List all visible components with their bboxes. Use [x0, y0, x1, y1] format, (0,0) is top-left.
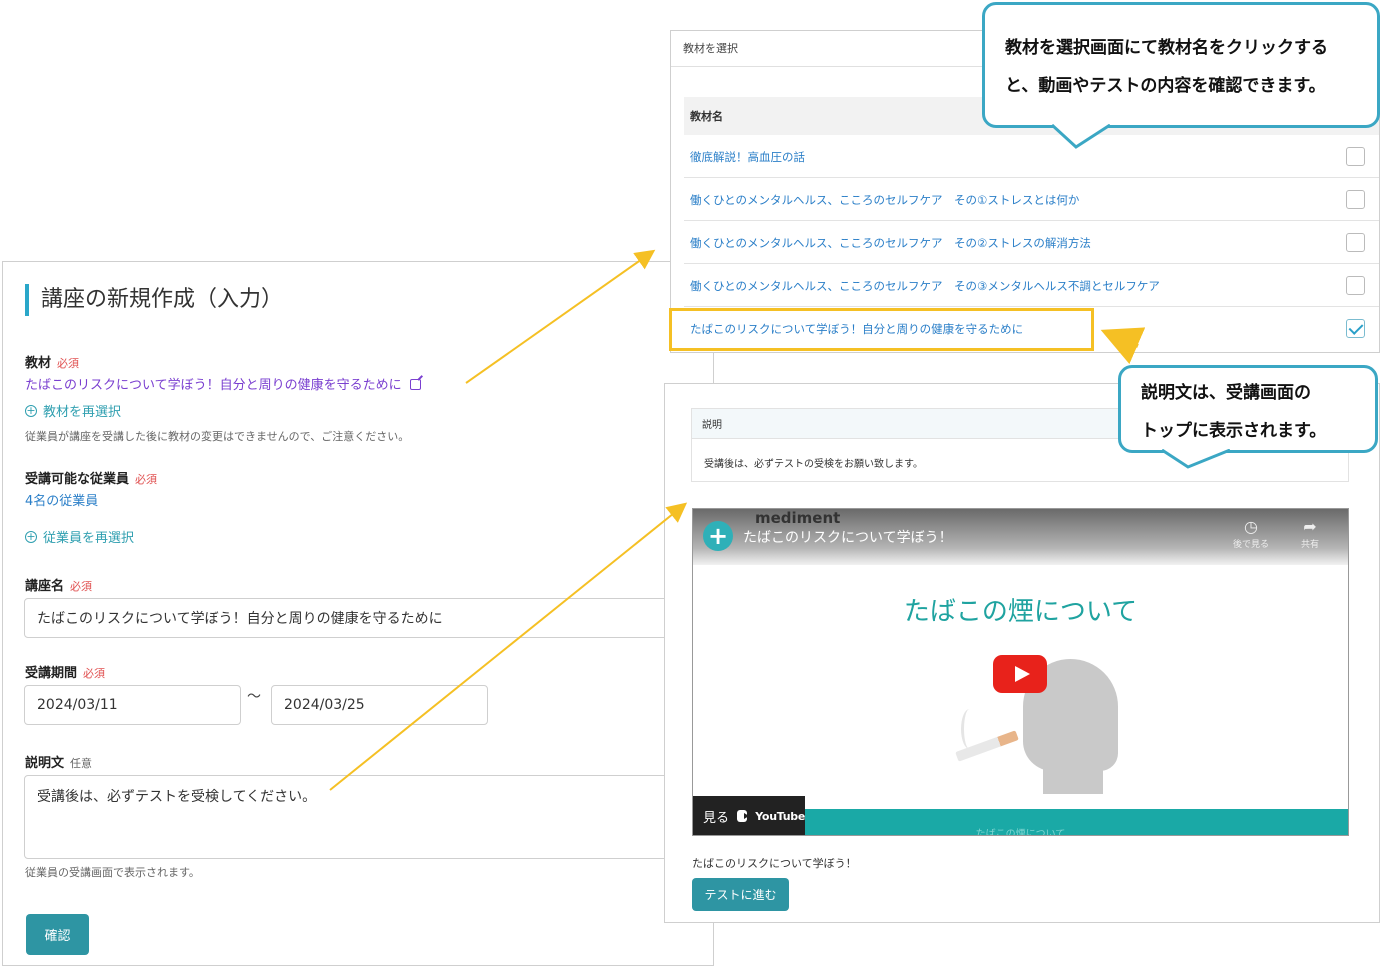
callout-text-line: 説明文は、受講画面の — [1141, 383, 1311, 403]
callout-material-click: 教材を選択画面にて教材名をクリックする と、動画やテストの内容を確認できます。 — [982, 2, 1380, 128]
arrow-material-to-list — [465, 249, 656, 384]
arrow-to-selected-row — [1100, 327, 1146, 365]
callout-tail — [1050, 124, 1111, 149]
callout-text-line: 教材を選択画面にて教材名をクリックする — [1005, 38, 1328, 58]
callout-tail — [1161, 449, 1231, 469]
callout-description-top: 説明文は、受講画面の トップに表示されます。 — [1118, 365, 1378, 453]
arrow-description-to-preview — [329, 502, 688, 791]
callout-text-line: と、動画やテストの内容を確認できます。 — [1005, 76, 1326, 96]
callout-text-line: トップに表示されます。 — [1141, 421, 1327, 441]
annotation-arrows — [329, 249, 1146, 791]
